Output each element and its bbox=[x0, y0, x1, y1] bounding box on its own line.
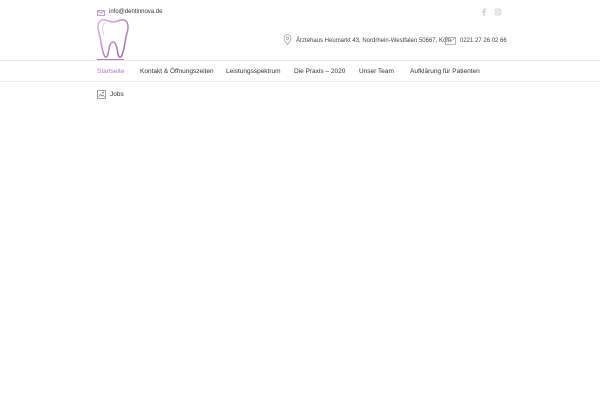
envelope-icon bbox=[445, 32, 456, 50]
phone-text: 0221 27 26 02 66 bbox=[460, 38, 507, 44]
nav-item-team[interactable]: Unser Team bbox=[359, 67, 394, 76]
nav-item-leistungsspektrum[interactable]: Leistungsspektrum bbox=[226, 67, 281, 76]
phone-block[interactable]: 0221 27 26 02 66 bbox=[445, 32, 507, 50]
instagram-icon[interactable] bbox=[494, 3, 502, 16]
social-links bbox=[480, 3, 502, 16]
facebook-icon[interactable] bbox=[480, 3, 488, 16]
tooth-logo[interactable] bbox=[96, 17, 130, 61]
active-nav-indicator bbox=[97, 59, 124, 60]
document-image-icon bbox=[97, 86, 106, 104]
nav-item-startseite[interactable]: Startseite bbox=[97, 67, 124, 76]
nav-item-kontakt[interactable]: Kontakt & Öffnungszeiten bbox=[140, 67, 214, 76]
nav-item-praxis[interactable]: Die Praxis – 2020 bbox=[294, 67, 345, 76]
nav-item-aufklaerung[interactable]: Aufklärung für Patienten bbox=[410, 67, 480, 76]
address-text: Ärztehaus Heumarkt 43, Nordrhein-Westfal… bbox=[296, 38, 451, 44]
map-pin-icon bbox=[283, 32, 292, 50]
jobs-link[interactable]: Jobs bbox=[97, 86, 124, 104]
main-nav: Startseite Kontakt & Öffnungszeiten Leis… bbox=[0, 61, 600, 82]
top-bar: info@dentinnova.de bbox=[0, 0, 600, 16]
jobs-label: Jobs bbox=[110, 91, 124, 98]
address-block: Ärztehaus Heumarkt 43, Nordrhein-Westfal… bbox=[283, 32, 451, 50]
site-header: Ärztehaus Heumarkt 43, Nordrhein-Westfal… bbox=[0, 14, 600, 61]
